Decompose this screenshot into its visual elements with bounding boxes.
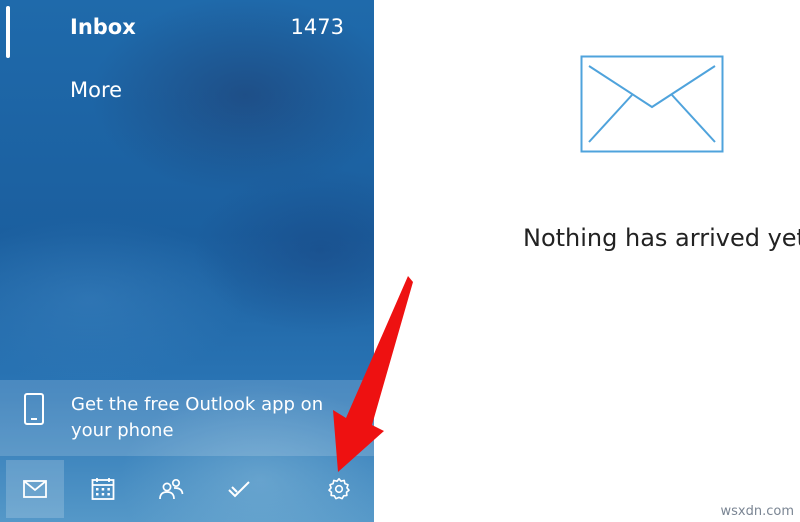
folder-inbox[interactable]: Inbox [70, 15, 136, 39]
outlook-app-promo[interactable]: Get the free Outlook app on your phone [0, 380, 374, 456]
calendar-nav-button[interactable] [74, 460, 132, 518]
sidebar: Inbox 1473 More Get the free Outlook app… [0, 0, 374, 522]
bottom-nav [0, 460, 374, 522]
calendar-icon [91, 478, 115, 500]
people-nav-button[interactable] [142, 460, 200, 518]
message-pane: Nothing has arrived yet [374, 0, 800, 522]
settings-nav-button[interactable] [310, 460, 368, 518]
empty-inbox-message: Nothing has arrived yet [523, 224, 800, 252]
settings-gear-icon [328, 478, 350, 500]
selection-indicator [6, 6, 10, 58]
todo-icon [228, 481, 250, 498]
watermark: wsxdn.com [720, 504, 795, 519]
mail-nav-button[interactable] [6, 460, 64, 518]
envelope-icon [580, 55, 724, 153]
people-icon [159, 478, 184, 500]
phone-icon [24, 393, 44, 425]
inbox-unread-count: 1473 [290, 15, 344, 39]
mail-icon [23, 480, 47, 498]
todo-nav-button[interactable] [210, 460, 268, 518]
promo-text: Get the free Outlook app on your phone [71, 394, 324, 441]
folder-more[interactable]: More [70, 78, 122, 102]
